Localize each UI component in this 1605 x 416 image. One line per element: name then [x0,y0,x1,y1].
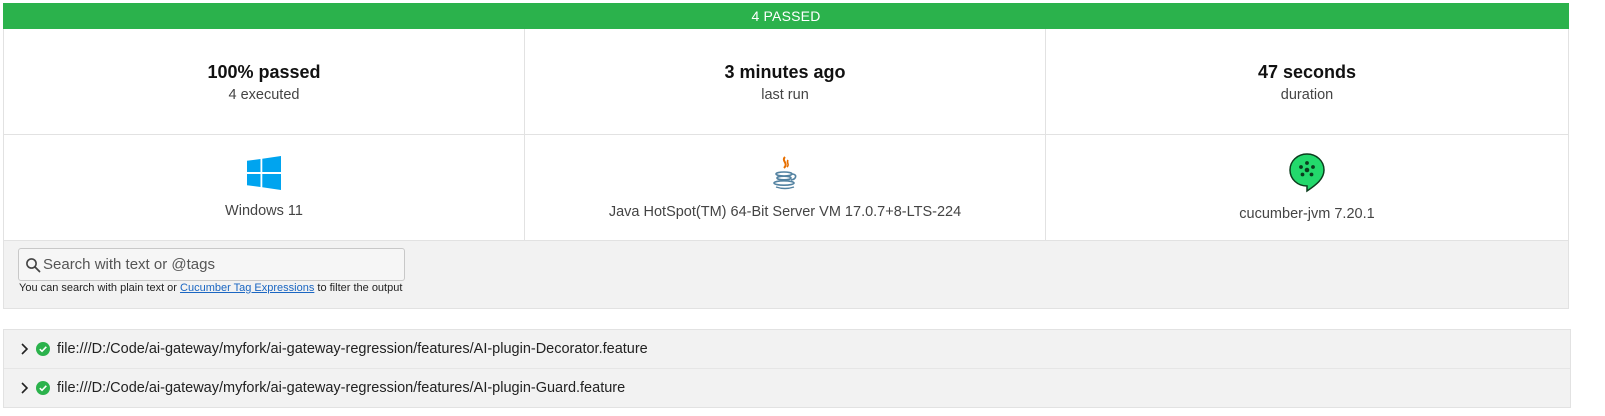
status-banner: 4 PASSED [3,3,1569,29]
env-runtime: Java HotSpot(TM) 64-Bit Server VM 17.0.7… [525,135,1046,241]
cucumber-logo-icon [1289,153,1325,198]
report-header: 4 PASSED 100% passed 4 executed 3 minute… [3,3,1569,309]
java-logo-icon [770,155,800,196]
env-runtime-label: Java HotSpot(TM) 64-Bit Server VM 17.0.7… [608,204,962,220]
feature-uri[interactable]: file:///D:/Code/ai-gateway/myfork/ai-gat… [57,380,625,396]
stat-passed-value: 100% passed [207,62,321,82]
stat-passed: 100% passed 4 executed [4,29,525,135]
stat-last-run: 3 minutes ago last run [525,29,1046,135]
stat-last-run-value: 3 minutes ago [724,62,846,82]
search-input[interactable] [43,256,393,273]
windows-logo-icon [247,156,281,195]
search-help-prefix: You can search with plain text or [19,282,181,294]
search-help-suffix: to filter the output [314,282,403,294]
stat-duration: 47 seconds duration [1046,29,1568,135]
search-help-text: You can search with plain text or Cucumb… [19,282,402,294]
feature-row[interactable]: file:///D:/Code/ai-gateway/myfork/ai-gat… [4,369,1570,407]
env-framework-label: cucumber-jvm 7.20.1 [1239,206,1375,222]
env-os-label: Windows 11 [225,203,303,219]
feature-list: file:///D:/Code/ai-gateway/myfork/ai-gat… [3,329,1571,408]
search-box[interactable] [18,248,405,281]
stat-passed-label: 4 executed [228,87,300,103]
env-framework: cucumber-jvm 7.20.1 [1046,135,1568,241]
stat-duration-label: duration [1280,87,1334,103]
tag-expressions-link[interactable]: Cucumber Tag Expressions [180,282,314,294]
search-panel: You can search with plain text or Cucumb… [3,241,1569,309]
feature-row[interactable]: file:///D:/Code/ai-gateway/myfork/ai-gat… [4,330,1570,369]
passed-status-icon [36,342,50,356]
search-icon [23,255,43,275]
chevron-right-icon[interactable] [18,343,32,355]
passed-status-icon [36,381,50,395]
stat-duration-value: 47 seconds [1257,62,1357,82]
chevron-right-icon[interactable] [18,382,32,394]
env-os: Windows 11 [4,135,525,241]
feature-uri[interactable]: file:///D:/Code/ai-gateway/myfork/ai-gat… [57,341,648,357]
stat-last-run-label: last run [761,87,809,103]
summary-grid: 100% passed 4 executed 3 minutes ago las… [3,29,1569,241]
